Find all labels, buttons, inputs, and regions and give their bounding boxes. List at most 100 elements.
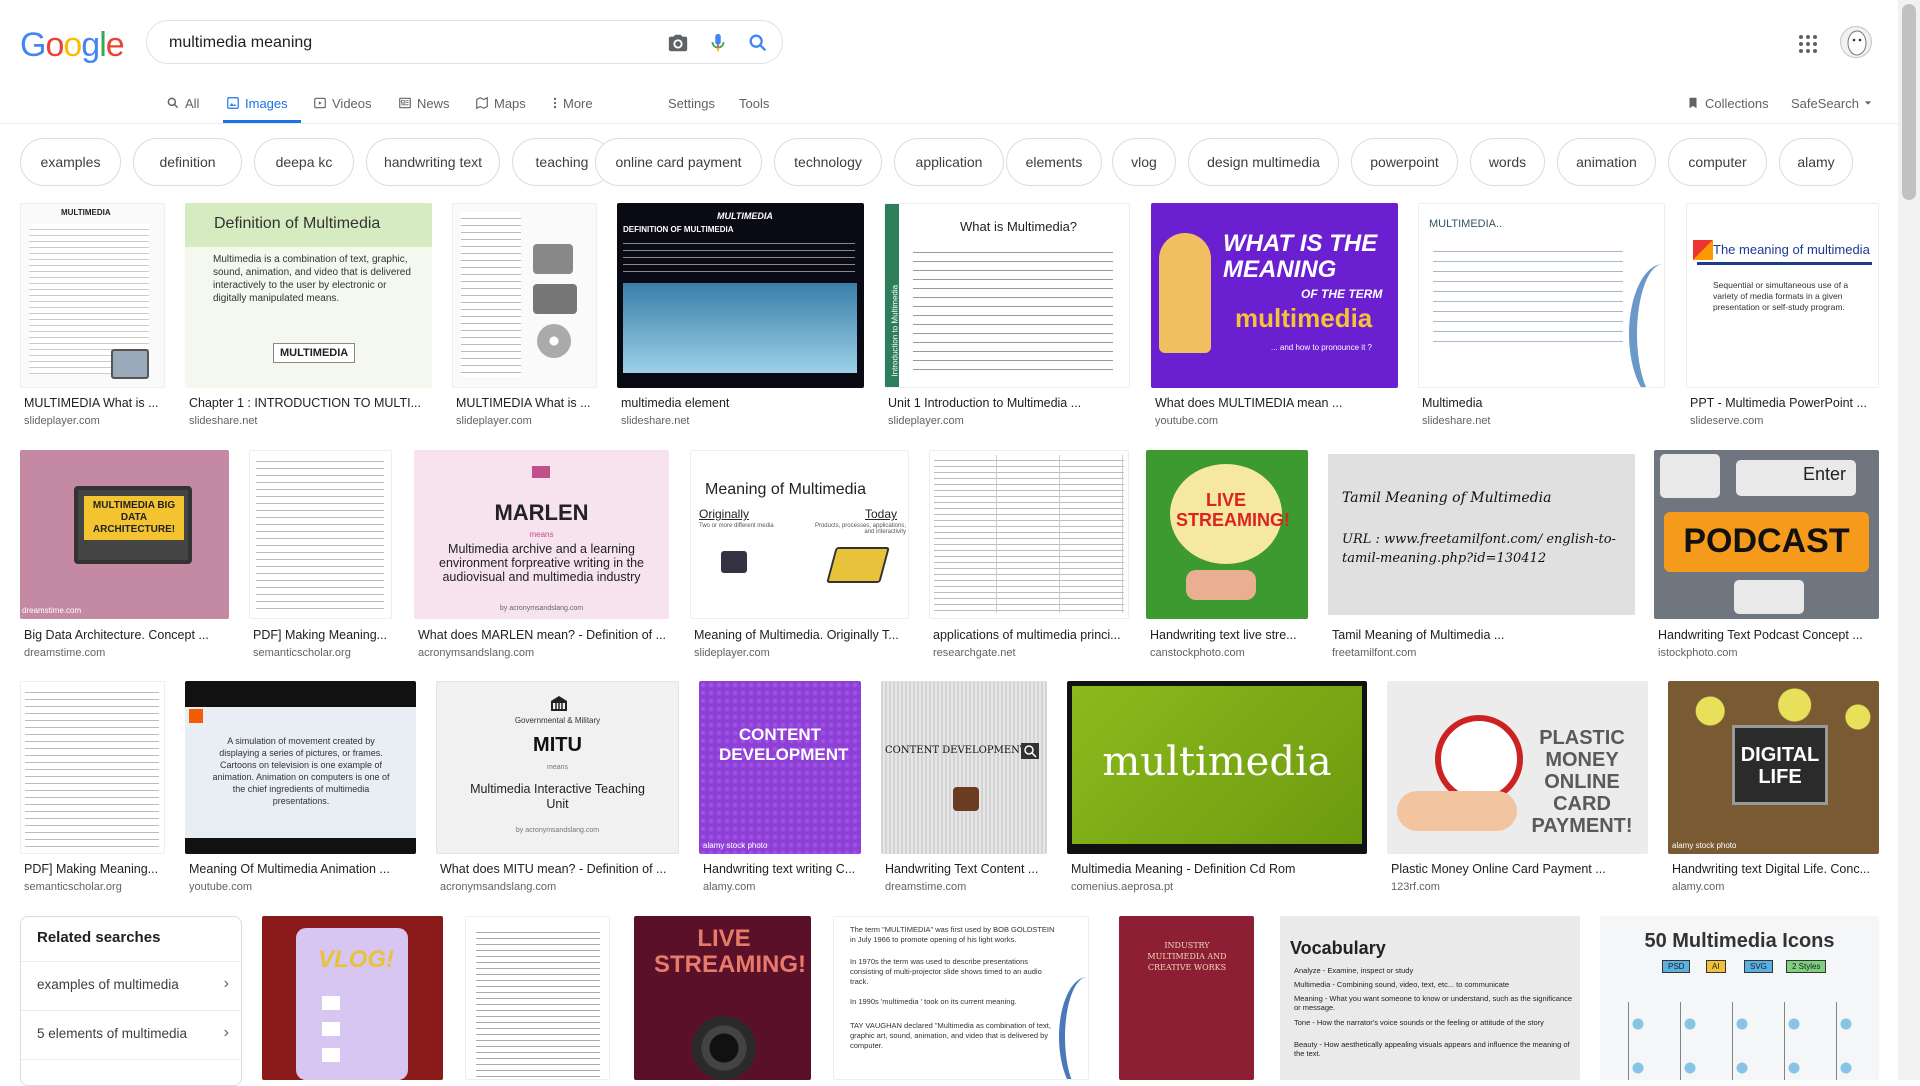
result-thumbnail[interactable] <box>465 916 610 1080</box>
tab-maps[interactable]: Maps <box>475 91 526 115</box>
image-result[interactable]: Introduction to Multimedia What is Multi… <box>884 203 1130 431</box>
result-caption[interactable]: PDF] Making Meaning... <box>253 628 393 642</box>
image-result[interactable]: PDF] Making Meaning... semanticscholar.o… <box>20 681 165 896</box>
result-source[interactable]: dreamstime.com <box>885 881 966 893</box>
result-source[interactable]: comenius.aeprosa.pt <box>1071 881 1173 893</box>
related-item[interactable]: 5 elements of multimedia › <box>21 1010 241 1059</box>
chip-animation[interactable]: animation <box>1557 138 1656 186</box>
result-thumbnail[interactable]: MULTIMEDIA <box>20 203 165 388</box>
related-item[interactable] <box>21 1059 241 1085</box>
result-caption[interactable]: Handwriting text Digital Life. Conc... <box>1672 862 1880 876</box>
image-result[interactable]: PLASTIC MONEY ONLINE CARD PAYMENT! Plast… <box>1387 681 1648 896</box>
chip-elements[interactable]: elements <box>1006 138 1102 186</box>
chip-alamy[interactable]: alamy <box>1779 138 1853 186</box>
search-box[interactable] <box>146 20 783 64</box>
image-result[interactable]: applications of multimedia princi... res… <box>929 450 1129 662</box>
result-source[interactable]: acronymsandslang.com <box>418 647 534 659</box>
image-result[interactable]: MULTIMEDIA BIG DATA ARCHITECTURE! dreams… <box>20 450 229 662</box>
result-thumbnail[interactable]: MULTIMEDIA DEFINITION OF MULTIMEDIA <box>617 203 864 388</box>
result-thumbnail[interactable]: VLOG! <box>262 916 443 1080</box>
related-item[interactable]: examples of multimedia › <box>21 961 241 1010</box>
image-result[interactable]: MULTIMEDIA What is ... slideplayer.com <box>452 203 597 431</box>
result-caption[interactable]: MULTIMEDIA What is ... <box>456 396 596 410</box>
result-thumbnail[interactable]: Enter PODCAST <box>1654 450 1879 619</box>
result-caption[interactable]: PDF] Making Meaning... <box>24 862 164 876</box>
result-source[interactable]: slideplayer.com <box>694 647 770 659</box>
image-result[interactable]: CONTENT DEVELOPMENT alamy stock photo Ha… <box>699 681 861 896</box>
result-source[interactable]: semanticscholar.org <box>24 881 122 893</box>
safesearch-dropdown[interactable]: SafeSearch <box>1791 91 1872 115</box>
result-thumbnail[interactable]: DIGITAL LIFE alamy stock photo <box>1668 681 1879 854</box>
result-source[interactable]: acronymsandslang.com <box>440 881 556 893</box>
result-thumbnail[interactable] <box>20 681 165 854</box>
result-thumbnail[interactable]: LIVE STREAMING! <box>634 916 811 1080</box>
result-caption[interactable]: Handwriting text writing C... <box>703 862 863 876</box>
result-thumbnail[interactable]: The term "MULTIMEDIA" was first used by … <box>833 916 1089 1080</box>
chip-design-multimedia[interactable]: design multimedia <box>1188 138 1339 186</box>
result-thumbnail[interactable]: Meaning of Multimedia Originally Today T… <box>690 450 909 619</box>
image-result[interactable]: Tamil Meaning of Multimedia URL : www.fr… <box>1328 450 1635 662</box>
result-caption[interactable]: Big Data Architecture. Concept ... <box>24 628 229 642</box>
result-caption[interactable]: Meaning Of Multimedia Animation ... <box>189 862 417 876</box>
result-caption[interactable]: Handwriting Text Podcast Concept ... <box>1658 628 1880 642</box>
search-icon[interactable] <box>747 32 769 54</box>
image-result[interactable]: Meaning of Multimedia Originally Today T… <box>690 450 909 662</box>
google-logo[interactable]: Google <box>20 26 125 65</box>
result-caption[interactable]: Multimedia <box>1422 396 1662 410</box>
result-source[interactable]: alamy.com <box>703 881 755 893</box>
result-thumbnail[interactable]: MARLEN means Multimedia archive and a le… <box>414 450 669 619</box>
result-caption[interactable]: Chapter 1 : INTRODUCTION TO MULTI... <box>189 396 429 410</box>
result-thumbnail[interactable]: MULTIMEDIA.. <box>1418 203 1665 388</box>
account-avatar[interactable] <box>1840 26 1872 58</box>
image-result[interactable]: LIVE STREAMING! <box>634 916 811 1080</box>
image-result[interactable]: The term "MULTIMEDIA" was first used by … <box>833 916 1089 1080</box>
result-caption[interactable]: What does MULTIMEDIA mean ... <box>1155 396 1395 410</box>
result-caption[interactable]: PPT - Multimedia PowerPoint ... <box>1690 396 1880 410</box>
result-thumbnail[interactable]: MULTIMEDIA BIG DATA ARCHITECTURE! dreams… <box>20 450 229 619</box>
result-thumbnail[interactable]: CONTENT DEVELOPMENT alamy stock photo <box>699 681 861 854</box>
chip-powerpoint[interactable]: powerpoint <box>1351 138 1458 186</box>
result-source[interactable]: youtube.com <box>1155 415 1218 427</box>
result-caption[interactable]: Handwriting Text Content ... <box>885 862 1045 876</box>
result-source[interactable]: slideplayer.com <box>456 415 532 427</box>
result-thumbnail[interactable]: PLASTIC MONEY ONLINE CARD PAYMENT! <box>1387 681 1648 854</box>
chip-definition[interactable]: definition <box>133 138 242 186</box>
result-thumbnail[interactable]: The meaning of multimedia Sequential or … <box>1686 203 1879 388</box>
tab-images[interactable]: Images <box>226 91 288 115</box>
result-caption[interactable]: applications of multimedia princi... <box>933 628 1128 642</box>
result-thumbnail[interactable]: Vocabulary Analyze - Examine, inspect or… <box>1280 916 1580 1080</box>
apps-grid-icon[interactable] <box>1796 32 1820 56</box>
image-result[interactable]: A simulation of movement created by disp… <box>185 681 416 896</box>
camera-icon[interactable] <box>667 32 689 54</box>
chip-words[interactable]: words <box>1470 138 1545 186</box>
result-caption[interactable]: Plastic Money Online Card Payment ... <box>1391 862 1649 876</box>
image-result[interactable]: DIGITAL LIFE alamy stock photo Handwriti… <box>1668 681 1879 896</box>
chip-computer[interactable]: computer <box>1668 138 1767 186</box>
result-source[interactable]: youtube.com <box>189 881 252 893</box>
collections-link[interactable]: Collections <box>1686 91 1769 115</box>
tab-videos[interactable]: Videos <box>313 91 372 115</box>
image-result[interactable]: CONTENT DEVELOPMENT Handwriting Text Con… <box>881 681 1047 896</box>
result-thumbnail[interactable]: WHAT IS THE MEANING OF THE TERM multimed… <box>1151 203 1398 388</box>
result-thumbnail[interactable]: CONTENT DEVELOPMENT <box>881 681 1047 854</box>
image-result[interactable]: 50 Multimedia Icons PSD AI SVG 2 Styles <box>1600 916 1879 1080</box>
image-result[interactable]: MULTIMEDIA MULTIMEDIA What is ... slidep… <box>20 203 165 431</box>
result-thumbnail[interactable]: LIVE STREAMING! <box>1146 450 1308 619</box>
image-result[interactable]: Enter PODCAST Handwriting Text Podcast C… <box>1654 450 1879 662</box>
result-thumbnail[interactable]: Introduction to Multimedia What is Multi… <box>884 203 1130 388</box>
result-source[interactable]: dreamstime.com <box>24 647 105 659</box>
result-caption[interactable]: MULTIMEDIA What is ... <box>24 396 164 410</box>
chip-application[interactable]: application <box>894 138 1004 186</box>
result-thumbnail[interactable] <box>249 450 392 619</box>
result-source[interactable]: freetamilfont.com <box>1332 647 1416 659</box>
result-thumbnail[interactable] <box>929 450 1129 619</box>
image-result[interactable] <box>465 916 610 1080</box>
result-thumbnail[interactable]: multimedia <box>1067 681 1367 854</box>
result-source[interactable]: slideserve.com <box>1690 415 1763 427</box>
image-result[interactable]: The meaning of multimedia Sequential or … <box>1686 203 1879 431</box>
image-result[interactable]: Governmental & Military MITU means Multi… <box>436 681 679 896</box>
result-caption[interactable]: multimedia element <box>621 396 861 410</box>
image-result[interactable]: Vocabulary Analyze - Examine, inspect or… <box>1280 916 1580 1080</box>
image-result[interactable]: WHAT IS THE MEANING OF THE TERM multimed… <box>1151 203 1398 431</box>
result-thumbnail[interactable]: 50 Multimedia Icons PSD AI SVG 2 Styles <box>1600 916 1879 1080</box>
